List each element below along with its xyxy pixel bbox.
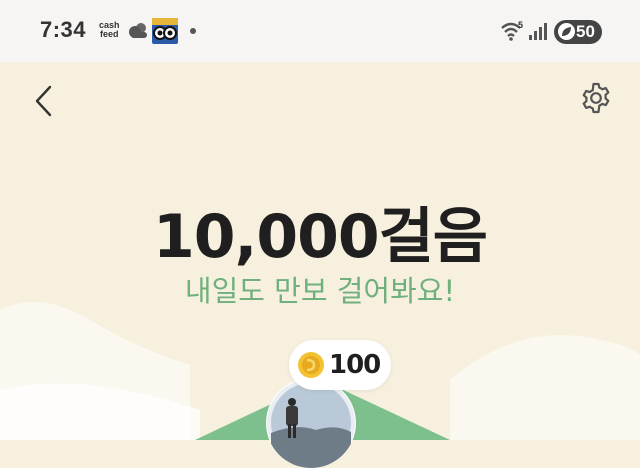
owl-app-icon	[152, 18, 178, 44]
wifi-badge: 5	[518, 20, 523, 30]
signal-icon	[529, 23, 547, 40]
step-count-title: 10,000걸음	[153, 202, 488, 272]
more-notifications-dot	[190, 28, 196, 34]
settings-button[interactable]	[578, 80, 614, 116]
back-button[interactable]	[30, 84, 58, 118]
gear-icon	[582, 82, 610, 114]
status-time: 7:34	[40, 17, 87, 42]
coin-reward-badge: 100	[289, 340, 391, 390]
coin-amount: 100	[329, 350, 381, 380]
user-avatar	[266, 378, 356, 468]
wifi-icon: 5	[501, 20, 523, 41]
coin-icon	[298, 352, 324, 378]
battery-saver-icon	[558, 23, 575, 40]
chevron-left-icon	[35, 85, 52, 117]
cashfeed-notification-icon: cash feed	[99, 21, 120, 39]
status-bar: 7:34 cash feed 5 50	[0, 0, 640, 62]
battery-indicator: 50	[554, 20, 602, 44]
battery-percent: 50	[576, 22, 595, 41]
cashfeed-label-bottom: feed	[100, 29, 119, 39]
cloud-icon	[129, 23, 147, 38]
